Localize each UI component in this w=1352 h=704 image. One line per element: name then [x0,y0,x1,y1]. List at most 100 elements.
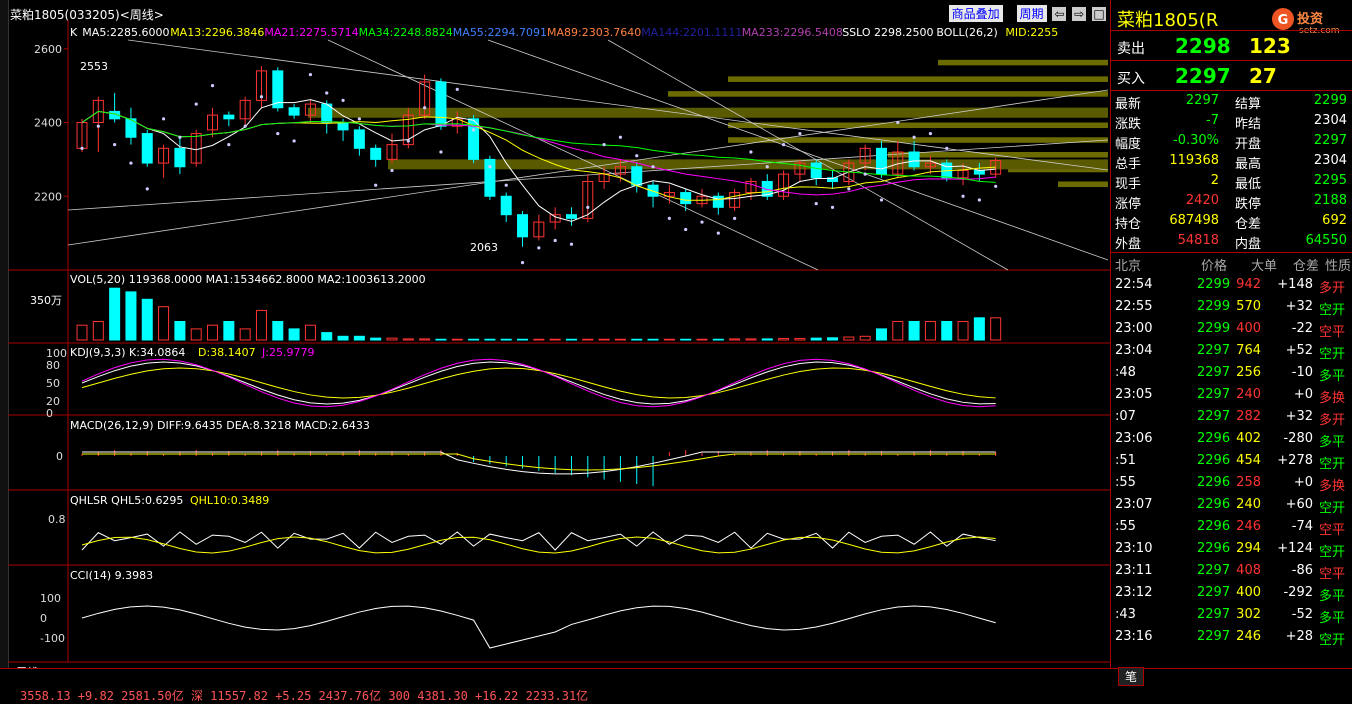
qhlsr-legend: QHLSR QHL5:0.6295 [70,494,183,507]
ma-legend-6: MA89:2303.7640 [547,26,641,39]
tick-row[interactable]: :55 2296 246 -74 空平 [1111,517,1352,539]
volume-bar [647,338,659,341]
volume-bar [924,321,936,341]
sar-dot [798,131,802,136]
volume-bar [419,338,431,341]
maximize-icon[interactable]: □ [1092,7,1106,21]
sar-dot [145,187,149,191]
candle-body [288,107,300,116]
volume-bar [990,317,1002,341]
tick-price: 2296 [1197,519,1231,534]
tab-ticks[interactable]: 笔 [1118,667,1145,686]
tick-row[interactable]: 22:54 2299 942 +148 多开 [1111,275,1352,297]
stat-label: 外盘 [1115,237,1142,252]
tick-price: 2297 [1197,343,1231,358]
ma-legend-1: MA5:2285.6000 [82,26,169,39]
sar-dot [537,246,541,250]
tick-nature: 空开 [1319,545,1346,560]
sell-volume: 123 [1249,34,1291,58]
ma-legend-8: MA233:2296.5408 [742,26,843,39]
tick-price: 2296 [1197,453,1231,468]
candle-body [353,129,365,149]
tick-volume: 240 [1236,497,1261,512]
volume-bar [663,338,675,341]
volume-bar [484,338,496,341]
sar-dot [243,124,247,128]
tick-volume: 246 [1236,519,1261,534]
tick-row[interactable]: 23:10 2296 294 +124 空开 [1111,539,1352,561]
tick-row[interactable]: 23:06 2296 402 -280 多平 [1111,429,1352,451]
volume-bar [957,321,969,341]
sar-dot [733,216,737,220]
volume-bar [174,321,186,341]
chart-canvas[interactable]: K MA5:2285.6000 MA13:2296.3846 MA21:2275.57… [8,20,1110,668]
ma-legend-0: K [70,26,78,39]
stat-value: 2304 [1313,153,1347,168]
header-time: 北京 [1115,259,1142,274]
tick-list[interactable]: 北京 价格 大单 仓差 性质 22:54 2299 942 +148 多开 22:55 2299 570… [1111,252,1352,669]
tick-row[interactable]: 23:04 2297 764 +52 空开 [1111,341,1352,363]
tick-row[interactable]: 22:55 2299 570 +32 空开 [1111,297,1352,319]
sar-dot [504,183,508,187]
buy-price: 2297 [1175,64,1231,88]
tick-row[interactable]: :48 2297 256 -10 多平 [1111,363,1352,385]
y-tick-label: 2200 [34,190,62,203]
tick-nature: 多平 [1319,435,1346,450]
stat-value: 2188 [1313,193,1347,208]
stat-value: 64550 [1305,233,1347,248]
tick-nature: 空平 [1319,523,1346,538]
tick-oi: -52 [1291,607,1313,622]
macd-tick: 0 [56,450,63,463]
tick-row[interactable]: 23:00 2299 400 -22 空平 [1111,319,1352,341]
volume-bar [272,321,284,341]
tick-oi: +60 [1285,497,1313,512]
tick-row[interactable]: 23:05 2297 240 +0 多换 [1111,385,1352,407]
volume-bar [680,338,692,341]
next-icon[interactable]: ⇨ [1072,7,1087,21]
volume-bar [827,337,839,341]
tick-oi: +0 [1293,475,1313,490]
tick-row[interactable]: :07 2297 282 +32 多开 [1111,407,1352,429]
sell-price: 2298 [1175,34,1231,58]
tick-time: 23:10 [1115,541,1153,556]
volume-bar [973,317,985,341]
tick-row[interactable]: 23:11 2297 408 -86 空平 [1111,561,1352,583]
tick-row[interactable]: 23:12 2297 400 -292 多平 [1111,583,1352,605]
tick-time: 23:07 [1115,497,1153,512]
tick-price: 2296 [1197,431,1231,446]
tick-price: 2297 [1197,387,1231,402]
candle-body [908,151,920,168]
tick-nature: 多换 [1319,479,1346,494]
tick-nature: 空开 [1319,347,1346,362]
kdj-j: J:25.9779 [261,346,314,359]
tick-row[interactable]: 23:16 2297 246 +28 空开 [1111,627,1352,649]
cci-legend: CCI(14) 9.3983 [70,569,153,582]
candle-body [973,169,985,175]
tick-row[interactable]: :55 2296 258 +0 多换 [1111,473,1352,495]
sar-dot [161,117,166,121]
tick-row[interactable]: 23:07 2296 240 +60 空开 [1111,495,1352,517]
volume-bar [304,324,316,341]
stat-label: 现手 [1115,177,1142,192]
sar-dot [210,84,215,88]
kdj-k-line [81,361,996,405]
volume-bar [778,338,790,341]
stat-label: 昨结 [1235,117,1262,132]
stat-value: 2299 [1313,93,1347,108]
header-price: 价格 [1201,259,1228,274]
tick-oi: -86 [1291,563,1313,578]
tick-price: 2296 [1197,497,1231,512]
tick-row[interactable]: :51 2296 454 +278 空开 [1111,451,1352,473]
tick-oi: -280 [1283,431,1313,446]
volume-bar [892,321,904,341]
tick-row[interactable]: :43 2297 302 -52 多平 [1111,605,1352,627]
candle-body [810,162,822,179]
stat-label: 涨跌 [1115,117,1142,132]
sar-dot [455,87,459,91]
ma-legend-4: MA34:2248.8824 [359,26,453,39]
sar-dot [618,135,623,139]
prev-icon[interactable]: ⇦ [1052,7,1067,21]
stat-value: 54818 [1177,233,1219,248]
volume-bar [92,321,104,341]
sar-dot [749,150,753,154]
